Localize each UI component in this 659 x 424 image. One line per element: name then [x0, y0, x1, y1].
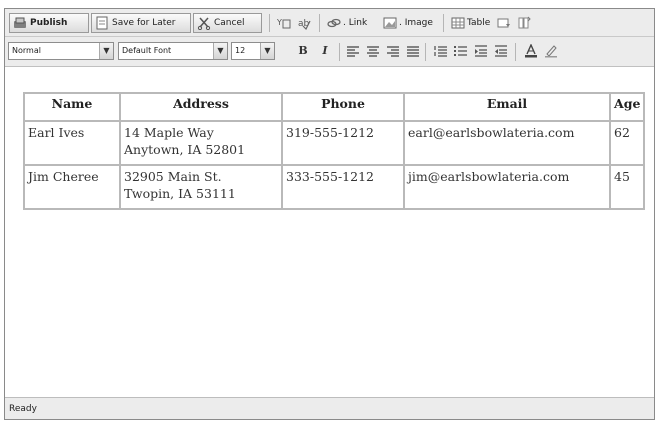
table-properties-icon	[497, 16, 511, 30]
cell-address[interactable]: 32905 Main St. Twopin, IA 53111	[119, 164, 283, 210]
paragraph-style-select[interactable]: Normal ▼	[8, 42, 114, 60]
insert-link-button[interactable]: . Link	[327, 13, 367, 33]
address-line: Anytown, IA 52801	[124, 142, 246, 157]
editor-window: Publish Save for Later Cancel Y ab . Lin…	[4, 8, 655, 420]
table-header-row: Name Address Phone Email Age	[23, 92, 646, 122]
cell-age[interactable]: 45	[608, 164, 646, 210]
save-for-later-label: Save for Later	[112, 18, 176, 28]
toolbar-divider	[319, 14, 320, 32]
cell-email[interactable]: jim@earlsbowlateria.com	[403, 164, 611, 210]
table-label: Table	[467, 18, 491, 28]
publish-icon	[13, 16, 27, 30]
svg-text:Y: Y	[277, 18, 282, 27]
address-line: 32905 Main St.	[124, 169, 222, 184]
spellcheck-button[interactable]: Y	[276, 13, 291, 33]
cell-address[interactable]: 14 Maple Way Anytown, IA 52801	[119, 120, 283, 166]
align-center-button[interactable]	[365, 43, 381, 59]
numbered-list-button[interactable]	[433, 43, 449, 59]
chevron-down-icon[interactable]: ▼	[99, 43, 113, 59]
column-header-email[interactable]: Email	[403, 92, 611, 122]
align-left-icon	[347, 46, 359, 57]
insert-image-button[interactable]: . Image	[383, 13, 433, 33]
image-label: . Image	[399, 18, 433, 28]
indent-icon	[495, 45, 507, 57]
publish-button[interactable]: Publish	[9, 13, 89, 33]
image-icon	[383, 16, 397, 30]
table-icon	[451, 16, 465, 30]
align-right-button[interactable]	[385, 43, 401, 59]
toolbar-divider	[443, 14, 444, 32]
outdent-button[interactable]	[473, 43, 489, 59]
cancel-button[interactable]: Cancel	[193, 13, 262, 33]
justify-button[interactable]	[405, 43, 421, 59]
toolbar-divider	[425, 43, 426, 61]
cell-phone[interactable]: 319-555-1212	[281, 120, 405, 166]
bullet-list-icon	[454, 46, 467, 56]
cell-age[interactable]: 62	[608, 120, 646, 166]
font-size-select[interactable]: 12 ▼	[231, 42, 275, 60]
highlight-button[interactable]	[543, 43, 559, 59]
outdent-icon	[475, 45, 487, 57]
text-color-button[interactable]	[523, 43, 539, 59]
column-header-address[interactable]: Address	[119, 92, 283, 122]
column-header-phone[interactable]: Phone	[281, 92, 405, 122]
format-toolbar: Normal ▼ Default Font ▼ 12 ▼ B I	[5, 37, 654, 67]
toolbar-divider	[269, 14, 270, 32]
table-row: Earl Ives 14 Maple Way Anytown, IA 52801…	[23, 120, 646, 166]
main-toolbar: Publish Save for Later Cancel Y ab . Lin…	[5, 9, 654, 37]
bold-icon: B	[298, 44, 308, 57]
column-header-name[interactable]: Name	[23, 92, 121, 122]
font-size-value: 12	[235, 46, 246, 55]
font-family-value: Default Font	[122, 46, 172, 55]
table-properties-button[interactable]	[497, 13, 511, 33]
insert-row-icon	[517, 16, 531, 30]
highlighter-icon	[545, 45, 557, 58]
cell-phone[interactable]: 333-555-1212	[281, 164, 405, 210]
contacts-table[interactable]: Name Address Phone Email Age Earl Ives 1…	[23, 92, 646, 210]
indent-button[interactable]	[493, 43, 509, 59]
spellcheck-icon: Y	[276, 16, 291, 30]
status-bar: Ready	[5, 397, 654, 419]
link-icon	[327, 16, 341, 30]
save-document-icon	[95, 16, 109, 30]
link-label: . Link	[343, 18, 368, 28]
address-line: 14 Maple Way	[124, 125, 214, 140]
align-center-icon	[367, 46, 379, 57]
cut-icon	[197, 16, 211, 31]
paragraph-style-value: Normal	[12, 46, 41, 55]
toolbar-divider	[339, 43, 340, 61]
font-family-select[interactable]: Default Font ▼	[118, 42, 228, 60]
text-color-icon	[525, 43, 537, 58]
cell-email[interactable]: earl@earlsbowlateria.com	[403, 120, 611, 166]
italic-button[interactable]: I	[317, 43, 333, 59]
justify-icon	[407, 46, 419, 57]
status-text: Ready	[9, 404, 37, 414]
cancel-label: Cancel	[214, 18, 245, 28]
bold-button[interactable]: B	[295, 43, 311, 59]
insert-row-button[interactable]	[517, 13, 531, 33]
italic-icon: I	[322, 44, 328, 57]
insert-table-button[interactable]: Table	[451, 13, 490, 33]
column-header-age[interactable]: Age	[608, 92, 646, 122]
align-right-icon	[387, 46, 399, 57]
editor-content-area[interactable]: Name Address Phone Email Age Earl Ives 1…	[5, 67, 654, 397]
numbered-list-icon	[434, 46, 447, 57]
save-for-later-button[interactable]: Save for Later	[91, 13, 191, 33]
align-left-button[interactable]	[345, 43, 361, 59]
address-line: Twopin, IA 53111	[124, 186, 236, 201]
cell-name[interactable]: Jim Cheree	[23, 164, 121, 210]
toolbar-divider	[515, 43, 516, 61]
publish-label: Publish	[30, 18, 68, 28]
format-check-icon: ab	[297, 16, 311, 31]
table-row: Jim Cheree 32905 Main St. Twopin, IA 531…	[23, 164, 646, 210]
bullet-list-button[interactable]	[453, 43, 469, 59]
chevron-down-icon[interactable]: ▼	[260, 43, 274, 59]
format-check-button[interactable]: ab	[297, 13, 311, 33]
chevron-down-icon[interactable]: ▼	[213, 43, 227, 59]
cell-name[interactable]: Earl Ives	[23, 120, 121, 166]
